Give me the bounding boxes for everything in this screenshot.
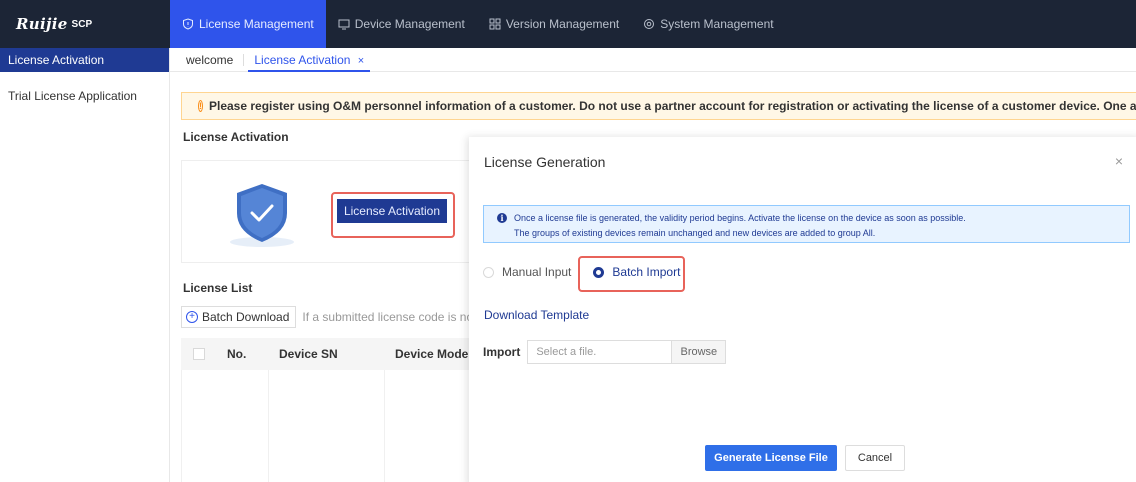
- notice-text: Please register using O&M personnel info…: [209, 99, 1136, 113]
- section-title-license-activation: License Activation: [183, 130, 289, 144]
- activation-card: License Activation: [181, 160, 481, 263]
- download-icon: +: [186, 311, 198, 323]
- top-bar: Ruijie SCP License Management Device Man…: [0, 0, 1136, 48]
- info-icon: i: [497, 213, 507, 223]
- license-generation-dialog: License Generation × i Once a license fi…: [469, 137, 1136, 482]
- main-nav: License Management Device Management Ver…: [170, 0, 1136, 48]
- cancel-button[interactable]: Cancel: [845, 445, 905, 471]
- sidebar-item-trial-license-application[interactable]: Trial License Application: [0, 84, 169, 108]
- tab-license-activation[interactable]: License Activation ×: [248, 48, 371, 72]
- column-divider: [384, 370, 385, 482]
- list-hint-text: If a submitted license code is not sh: [302, 310, 493, 324]
- sidebar-item-license-activation[interactable]: License Activation: [0, 48, 169, 72]
- shield-check-icon: [230, 184, 294, 247]
- brand-product-name: SCP: [71, 18, 93, 30]
- nav-license-management[interactable]: License Management: [170, 0, 326, 48]
- table-body: [181, 370, 481, 482]
- tab-divider: [243, 53, 245, 66]
- tab-welcome[interactable]: welcome: [180, 48, 239, 72]
- file-select-input[interactable]: Select a file.: [527, 340, 672, 364]
- manual-input-label[interactable]: Manual Input: [502, 265, 571, 279]
- nav-system-management[interactable]: System Management: [631, 0, 785, 48]
- notice-banner: ! Please register using O&M personnel in…: [181, 92, 1136, 120]
- shield-icon: [183, 18, 193, 30]
- settings-icon: [644, 19, 655, 29]
- tab-label: License Activation: [254, 52, 351, 67]
- batch-download-button[interactable]: + Batch Download: [181, 306, 297, 328]
- select-all-checkbox[interactable]: [193, 348, 205, 360]
- nav-label: System Management: [660, 17, 774, 31]
- batch-download-label: Batch Download: [202, 310, 290, 324]
- nav-device-management[interactable]: Device Management: [326, 0, 477, 48]
- download-template-link[interactable]: Download Template: [484, 308, 589, 322]
- import-mode-radio-group: Manual Input Batch Import: [483, 262, 680, 282]
- column-header-device-model[interactable]: Device Model: [395, 347, 472, 361]
- table-header: No. Device SN Device Model: [181, 338, 481, 370]
- dialog-title: License Generation: [484, 154, 606, 170]
- column-header-device-sn[interactable]: Device SN: [279, 347, 338, 361]
- nav-label: License Management: [199, 17, 314, 31]
- info-line-2: The groups of existing devices remain un…: [514, 228, 876, 238]
- import-label: Import: [483, 345, 521, 359]
- section-title-license-list: License List: [183, 281, 253, 295]
- browse-button[interactable]: Browse: [671, 340, 727, 364]
- close-icon[interactable]: ×: [358, 55, 364, 67]
- import-row: Import Select a file. Browse: [483, 340, 727, 364]
- brand-logo[interactable]: Ruijie SCP: [0, 0, 170, 48]
- dialog-info-box: i Once a license file is generated, the …: [483, 205, 1130, 243]
- nav-version-management[interactable]: Version Management: [477, 0, 631, 48]
- grid-icon: [489, 18, 501, 30]
- manual-input-radio[interactable]: [483, 266, 494, 278]
- brand-logo-text: Ruijie: [16, 15, 68, 33]
- license-activation-button[interactable]: License Activation: [337, 199, 447, 223]
- generate-license-file-button[interactable]: Generate License File: [705, 445, 837, 471]
- info-line-1: Once a license file is generated, the va…: [514, 213, 966, 223]
- monitor-icon: [338, 19, 350, 30]
- list-controls: + Batch Download If a submitted license …: [181, 306, 493, 328]
- nav-label: Device Management: [354, 17, 465, 31]
- close-icon[interactable]: ×: [1115, 153, 1123, 169]
- nav-label: Version Management: [505, 17, 620, 31]
- page-tabs: welcome License Activation ×: [170, 48, 1136, 72]
- warning-icon: !: [198, 100, 203, 112]
- sidebar: License Activation Trial License Applica…: [0, 48, 170, 482]
- batch-import-radio[interactable]: [593, 266, 605, 278]
- column-header-no[interactable]: No.: [227, 347, 246, 361]
- column-divider: [268, 370, 269, 482]
- batch-import-label[interactable]: Batch Import: [612, 265, 680, 279]
